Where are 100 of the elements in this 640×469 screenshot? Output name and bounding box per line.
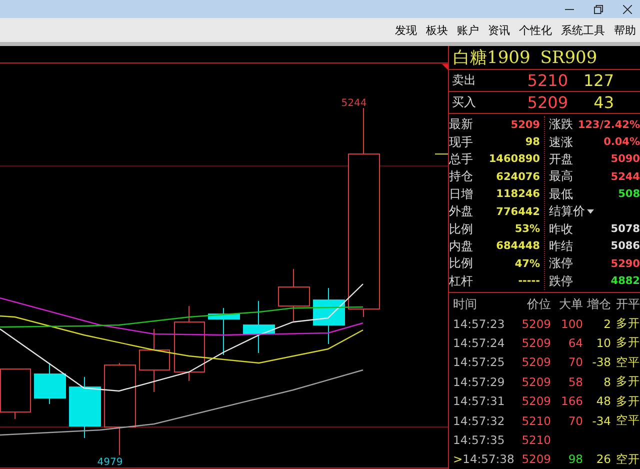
open-close-type: 空开 [616,452,640,466]
order-side-label: 卖出 [451,72,477,89]
order-price: 5210 [526,70,568,90]
open-close-type: 多开 [616,374,640,388]
trade-price: 5209 [522,452,551,466]
trade-time: 14:57:29 [453,374,505,389]
trade-time: 14:57:31 [453,394,505,408]
candlestick [208,308,240,356]
column-header: 增仓 [586,296,611,314]
current-row-marker: > [453,452,463,466]
big-order-volume: 98 [568,452,583,466]
trade-price: 5210 [522,432,551,447]
big-order-volume: 58 [568,374,583,389]
trade-time: 14:57:32 [453,414,505,428]
quote-value: 5209 [510,118,540,131]
quote-value: 5290 [610,258,640,270]
menu-item[interactable]: 发现 [395,22,417,38]
quote-value: ----- [518,275,540,288]
quote-value: 123/2.42% [578,118,640,131]
position-change: 26 [596,452,611,466]
close-icon[interactable] [623,4,632,14]
quote-label: 涨跌 [549,116,573,134]
big-order-volume: 166 [561,394,583,408]
big-order-volume: 70 [568,355,583,370]
quote-label: 最新 [449,116,473,134]
quote-label: 最高 [549,168,573,186]
candlestick [139,328,170,392]
menu-item[interactable]: 系统工具 [561,22,605,38]
order-side-label: 买入 [451,94,477,111]
contract-code: SR909 [540,48,598,68]
dropdown-caret-icon[interactable] [587,209,594,214]
quote-label: 内盘 [449,238,473,255]
quote-value: 98 [525,136,540,148]
column-header: 大单 [558,296,583,314]
quote-value: 508 [618,188,640,200]
open-close-type: 多开 [616,394,640,408]
big-order-volume: 64 [568,336,583,350]
corner-triangle-icon [442,64,448,70]
order-volume: 127 [582,70,614,90]
trade-time: 14:57:24 [453,336,505,350]
trade-price: 5209 [522,374,551,389]
trade-time: 14:57:25 [453,355,505,370]
candlestick [313,288,345,344]
menu-item[interactable]: 个性化 [519,22,552,38]
column-header: 开平 [615,296,640,314]
candlestick [34,362,66,404]
order-volume: 43 [592,92,614,112]
quote-label: 涨停 [549,255,573,272]
menu-item[interactable]: 板块 [426,22,448,38]
quote-label: 总手 [449,150,473,168]
trade-price: 5210 [522,414,551,428]
menu-item[interactable]: 帮助 [614,22,636,38]
candlestick [69,376,101,438]
trade-price: 5209 [522,355,551,370]
restore-icon[interactable] [594,4,603,14]
quote-label: 最低 [549,186,573,203]
big-order-volume: 70 [568,414,583,428]
position-change: 10 [596,336,611,350]
quote-value: 1460890 [488,153,540,166]
quote-label: 比例 [449,255,473,272]
quote-label: 速涨 [549,134,573,151]
trade-time: 14:57:35 [453,432,505,447]
quote-value: 5244 [610,170,640,183]
position-change: 48 [596,394,611,408]
big-order-volume: 100 [561,316,583,331]
trade-price: 5209 [522,336,551,350]
candlestick [243,300,275,354]
quote-label: 外盘 [449,203,473,220]
quote-value: 4882 [610,275,640,288]
open-close-type: 多开 [616,316,640,330]
quote-label: 现手 [449,134,473,151]
quote-value: 118246 [496,188,540,200]
trade-price: 5209 [522,394,551,408]
high-price-label: 5244 [341,98,367,109]
quote-value: 624076 [496,170,540,183]
quote-value: 776442 [496,206,540,218]
quote-value: 5086 [610,240,640,252]
position-change: 8 [604,374,611,389]
order-price: 5209 [526,92,568,112]
column-header: 时间 [452,296,478,314]
quote-label: 杠杆 [449,272,473,290]
menu-item[interactable]: 资讯 [488,22,510,38]
quote-value: 5078 [610,223,640,235]
contract-name: 白糖1909 [453,47,530,69]
candlestick [278,268,310,322]
quote-label: 日增 [449,186,473,203]
quote-label: 昨结 [549,238,573,255]
position-change: -38 [592,355,611,370]
quote-label: 比例 [449,220,473,238]
quote-label: 跌停 [549,272,573,290]
column-header: 价位 [526,296,551,314]
position-change: 2 [604,316,611,331]
quote-value: 47% [514,258,540,270]
quote-value: 684448 [496,240,540,252]
open-close-type: 多开 [616,335,640,350]
trade-time: 14:57:23 [453,316,505,331]
menu-item[interactable]: 账户 [457,22,479,38]
quote-label: 开盘 [549,150,573,168]
quote-value: 0.04% [604,136,640,148]
quote-value: 53% [514,223,540,235]
